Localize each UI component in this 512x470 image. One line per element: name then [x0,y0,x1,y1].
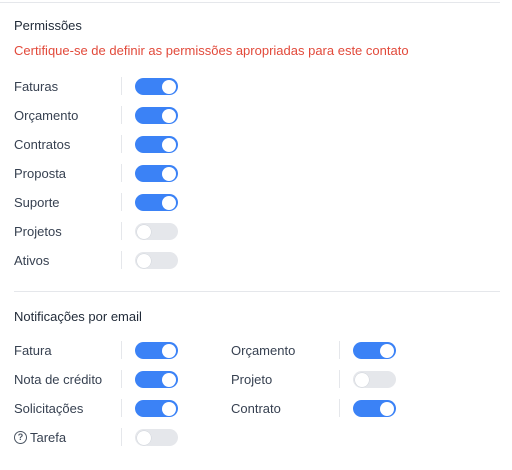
section-divider [14,291,500,292]
permission-row-faturas: Faturas [14,76,58,96]
notification-row-tarefa: ? Tarefa [14,427,66,447]
notification-label: Fatura [14,342,52,358]
permission-label: Suporte [14,194,60,210]
toggle-knob [137,253,151,268]
toggle-orcamento-email[interactable] [353,342,396,359]
permission-row-suporte: Suporte [14,192,60,212]
row-separator [121,193,122,211]
permission-label: Proposta [14,165,67,181]
permission-label: Orçamento [14,107,79,123]
row-separator [121,222,122,240]
help-circle-icon[interactable]: ? [14,430,27,444]
toggle-knob [162,372,176,387]
permission-row-orcamento: Orçamento [14,105,78,125]
toggle-nota-de-credito[interactable] [135,371,178,388]
toggle-tarefa[interactable] [135,429,178,446]
notification-label: Contrato [231,400,281,416]
toggle-knob [162,343,176,358]
row-separator [121,77,122,95]
toggle-solicitacoes[interactable] [135,400,178,417]
toggle-knob [162,137,176,152]
row-separator [339,370,340,388]
toggle-knob [162,195,176,210]
toggle-knob [137,224,151,239]
top-divider [0,2,500,3]
permission-row-projetos: Projetos [14,221,62,241]
row-separator [121,399,122,417]
notification-label: Solicitações [14,400,84,416]
toggle-knob [137,430,151,445]
permissions-warning: Certifique-se de definir as permissões a… [14,43,409,58]
permission-row-contratos: Contratos [14,134,70,154]
row-separator [121,135,122,153]
notification-row-solicitacoes: Solicitações [14,398,83,418]
notification-row-orcamento: Orçamento [231,340,295,360]
toggle-knob [162,79,176,94]
toggle-contrato[interactable] [353,400,396,417]
permissions-title: Permissões [14,18,82,33]
notification-row-nota-de-credito: Nota de crédito [14,369,102,389]
toggle-projeto[interactable] [353,371,396,388]
toggle-faturas[interactable] [135,78,178,95]
permission-row-proposta: Proposta [14,163,66,183]
row-separator [339,341,340,359]
toggle-knob [162,166,176,181]
row-separator [121,341,122,359]
toggle-knob [355,372,369,387]
row-separator [121,370,122,388]
toggle-knob [380,343,394,358]
row-separator [121,428,122,446]
toggle-suporte[interactable] [135,194,178,211]
notification-row-projeto: Projeto [231,369,272,389]
permission-label: Faturas [14,78,59,94]
notification-row-contrato: Contrato [231,398,281,418]
toggle-knob [162,401,176,416]
notifications-title: Notificações por email [14,309,142,324]
row-separator [339,399,340,417]
permission-label: Contratos [14,136,71,152]
row-separator [121,106,122,124]
toggle-knob [162,108,176,123]
notification-label: Nota de crédito [14,371,103,387]
toggle-ativos[interactable] [135,252,178,269]
toggle-knob [380,401,394,416]
permission-label: Ativos [14,252,50,268]
toggle-proposta[interactable] [135,165,178,182]
notification-label: Orçamento [231,342,296,358]
row-separator [121,251,122,269]
toggle-fatura[interactable] [135,342,178,359]
toggle-contratos[interactable] [135,136,178,153]
permission-row-ativos: Ativos [14,250,49,270]
notification-label: Tarefa [30,429,67,445]
permission-label: Projetos [14,223,62,239]
notification-row-fatura: Fatura [14,340,52,360]
toggle-orcamento[interactable] [135,107,178,124]
toggle-projetos[interactable] [135,223,178,240]
notification-label: Projeto [231,371,273,387]
row-separator [121,164,122,182]
